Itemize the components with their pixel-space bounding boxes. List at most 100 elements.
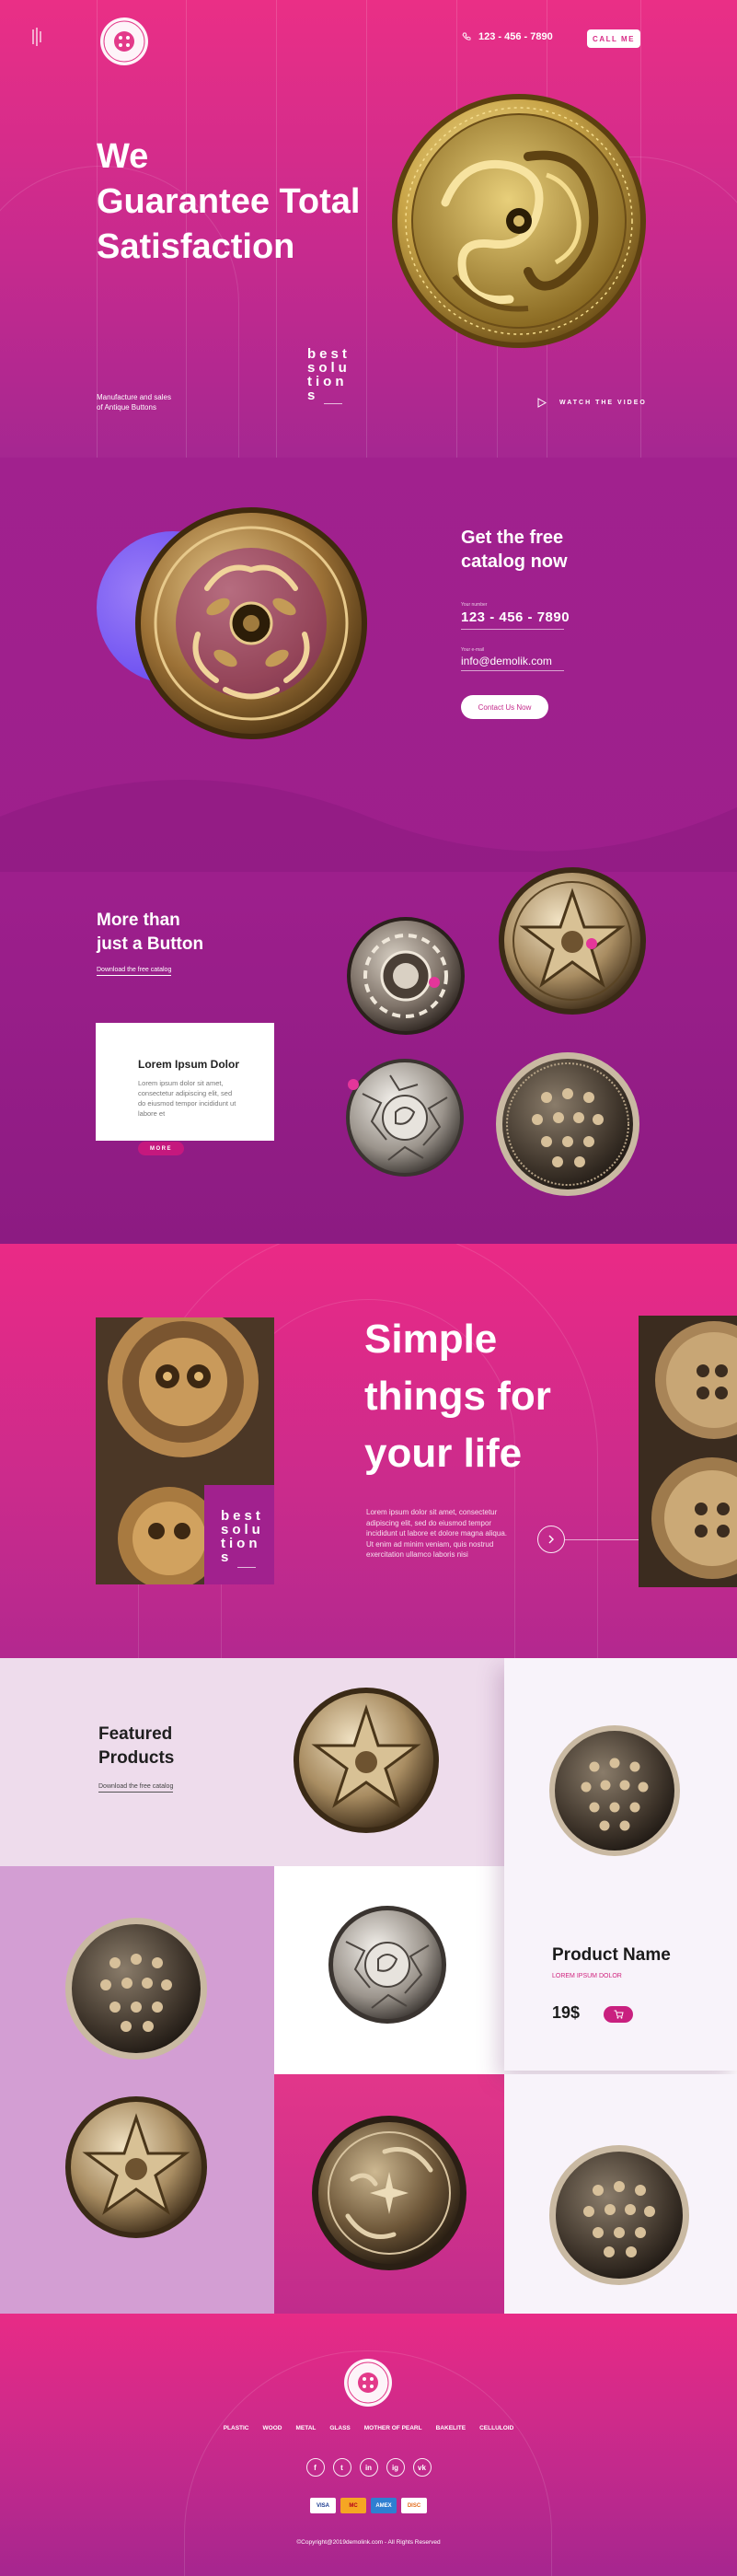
twitter-icon[interactable]: t <box>332 2458 351 2477</box>
stars-dark-button-image <box>495 1051 640 1197</box>
field-underline <box>461 670 564 671</box>
catalog-title-line: catalog now <box>461 551 568 572</box>
mastercard-icon: MC <box>340 2498 366 2513</box>
footer-logo[interactable] <box>343 2358 393 2408</box>
product-card[interactable]: Product Name LOREM IPSUM DOLOR 19$ <box>504 1658 737 2071</box>
best-line: solu <box>307 360 351 376</box>
best-line: solu <box>221 1522 264 1537</box>
watch-video-button[interactable]: WATCH THE VIDEO <box>537 398 647 408</box>
cart-icon <box>614 2010 624 2019</box>
download-catalog-link[interactable]: Download the free catalog <box>98 1783 174 1793</box>
silver-ornate-button-image <box>346 916 466 1036</box>
footer-nav-bakelite[interactable]: BAKELITE <box>436 2425 466 2431</box>
footer-nav-wood[interactable]: WOOD <box>263 2425 282 2431</box>
featured-products-section: Featured Products Download the free cata… <box>0 1658 737 2314</box>
ornate-coin-image <box>133 505 369 741</box>
best-solutions-text: best solu tion s <box>307 347 348 402</box>
best-line: best <box>307 346 351 362</box>
footer-nav-celluloid[interactable]: CELLULOID <box>479 2425 513 2431</box>
footer-nav-plastic[interactable]: PLASTIC <box>224 2425 249 2431</box>
simple-things-title: Simple things for your life <box>364 1311 604 1482</box>
linkedin-icon[interactable]: in <box>359 2458 378 2477</box>
product-brass-button[interactable] <box>311 2115 467 2271</box>
visa-icon: VISA <box>310 2498 336 2513</box>
field-underline <box>461 629 564 630</box>
simple-title-line: Simple <box>364 1317 498 1362</box>
vk-icon[interactable]: vk <box>412 2458 432 2477</box>
product-stars-button[interactable] <box>64 1917 208 2060</box>
best-solutions-text: best solu tion s <box>221 1509 261 1564</box>
product-star-button[interactable] <box>293 1687 440 1834</box>
hero-subtitle: Manufacture and sales of Antique Buttons <box>97 392 207 412</box>
amex-icon: AMEX <box>371 2498 397 2513</box>
footer-nav-mother-of-pearl[interactable]: MOTHER OF PEARL <box>364 2425 422 2431</box>
footer: PLASTIC WOOD METAL GLASS MOTHER OF PEARL… <box>0 2314 737 2576</box>
card-title: Lorem Ipsum Dolor <box>138 1058 240 1071</box>
more-than-button-title: More than just a Button <box>97 909 262 957</box>
brass-buttons-photo <box>639 1316 737 1587</box>
phone-field-label: Your number <box>461 602 488 608</box>
call-me-button[interactable]: CALL ME <box>587 29 640 48</box>
footer-nav-glass[interactable]: GLASS <box>329 2425 350 2431</box>
product-stars-button[interactable] <box>548 2144 690 2286</box>
catalog-title-line: Get the free <box>461 528 564 548</box>
background-wave <box>0 780 737 872</box>
product-name: Product Name <box>552 1945 671 1965</box>
phone-icon <box>462 32 471 41</box>
footer-nav-metal[interactable]: METAL <box>295 2425 316 2431</box>
hero-title-line: Guarantee Total <box>97 182 361 221</box>
more-button[interactable]: MORE <box>138 1142 184 1155</box>
simple-things-section: best solu tion s Simple things for your … <box>0 1244 737 1658</box>
social-links: f t in ig vk <box>0 2458 737 2477</box>
header-phone[interactable]: 123 - 456 - 7890 <box>462 31 553 42</box>
silver-engraved-button-image <box>344 1057 466 1178</box>
info-card: Lorem Ipsum Dolor Lorem ipsum dolor sit … <box>96 1023 274 1141</box>
hero-section: 123 - 456 - 7890 CALL ME We Guarantee To… <box>0 0 737 458</box>
catalog-section: Get the free catalog now Your number 123… <box>0 458 737 1244</box>
divider <box>324 403 342 404</box>
product-silver-button[interactable] <box>328 1905 447 2025</box>
catalog-title: Get the free catalog now <box>461 526 599 574</box>
arrow-right-icon <box>547 1535 555 1544</box>
hero-title: We Guarantee Total Satisfaction <box>97 134 409 270</box>
simple-title-line: things for <box>364 1374 551 1419</box>
add-to-cart-button[interactable] <box>604 2006 633 2023</box>
card-text: Lorem ipsum dolor sit amet, consectetur … <box>138 1079 236 1118</box>
play-icon <box>537 398 547 408</box>
download-catalog-link[interactable]: Download the free catalog <box>97 967 172 976</box>
hero-title-line: We <box>97 137 149 176</box>
payment-methods: VISA MC AMEX DISC <box>0 2498 737 2513</box>
featured-title-line: Featured <box>98 1724 173 1744</box>
copyright: ©Copyright@2019demolink.com - All Rights… <box>296 2539 441 2546</box>
hero-subtitle-line: of Antique Buttons <box>97 403 156 412</box>
logo[interactable] <box>99 17 149 66</box>
watch-video-label: WATCH THE VIDEO <box>559 400 647 406</box>
next-arrow-button[interactable] <box>537 1526 565 1553</box>
dragon-coin-image <box>390 92 648 350</box>
best-line: s <box>307 388 319 403</box>
best-line: best <box>221 1508 264 1524</box>
menu-icon[interactable] <box>31 26 42 48</box>
product-price: 19$ <box>552 2003 581 2022</box>
best-line: s <box>221 1549 233 1565</box>
phone-number: 123 - 456 - 7890 <box>478 31 553 42</box>
divider <box>237 1567 256 1568</box>
product-star-button[interactable] <box>64 2095 208 2239</box>
product-subtitle: LOREM IPSUM DOLOR <box>552 1973 622 1979</box>
star-button-image <box>498 866 647 1015</box>
phone-field[interactable]: 123 - 456 - 7890 <box>461 609 570 625</box>
email-field[interactable]: info@demolik.com <box>461 655 552 667</box>
hero-title-line: Satisfaction <box>97 227 295 266</box>
discover-icon: DISC <box>401 2498 427 2513</box>
facebook-icon[interactable]: f <box>305 2458 325 2477</box>
hero-subtitle-line: Manufacture and sales <box>97 393 171 401</box>
more-title-line: just a Button <box>97 934 204 954</box>
contact-us-button[interactable]: Contact Us Now <box>461 695 548 719</box>
simple-title-line: your life <box>364 1431 523 1476</box>
best-line: tion <box>307 374 348 389</box>
footer-nav: PLASTIC WOOD METAL GLASS MOTHER OF PEARL… <box>0 2425 737 2431</box>
featured-products-title: Featured Products <box>98 1723 246 1770</box>
instagram-icon[interactable]: ig <box>386 2458 405 2477</box>
featured-title-line: Products <box>98 1748 175 1768</box>
simple-things-text: Lorem ipsum dolor sit amet, consectetur … <box>366 1508 507 1559</box>
